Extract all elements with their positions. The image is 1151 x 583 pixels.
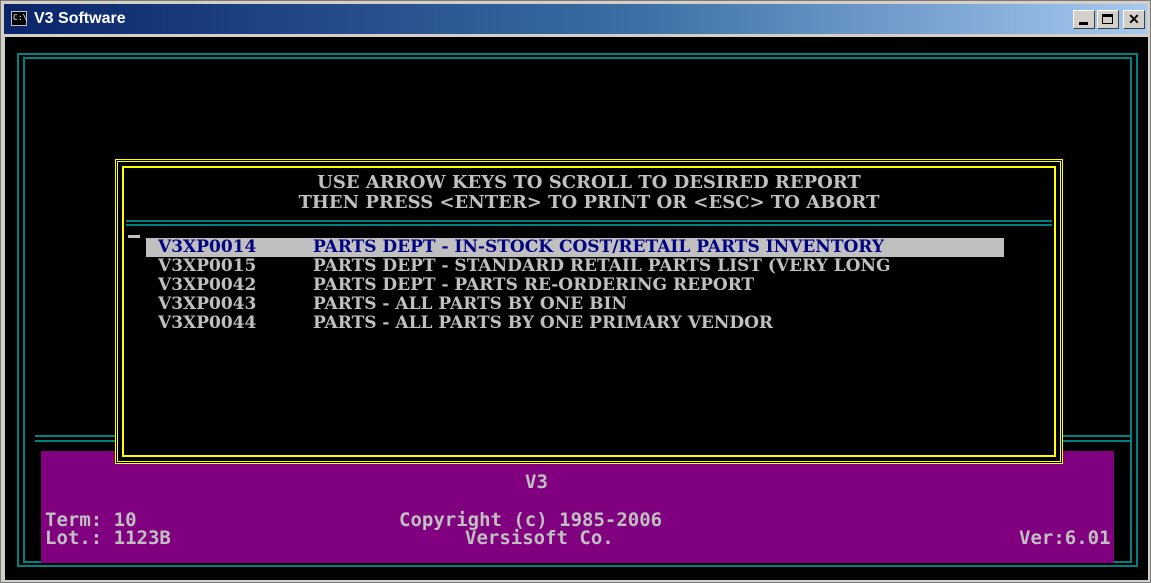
app-window: V3 Software ✕ V3 Term: 10 Lot.: 1123B Co… xyxy=(0,0,1151,583)
report-code: V3XP0014 xyxy=(158,237,257,257)
report-row[interactable]: V3XP0015 PARTS DEPT - STANDARD RETAIL PA… xyxy=(146,257,1004,276)
minimize-button[interactable] xyxy=(1073,10,1095,29)
report-row[interactable]: V3XP0014 PARTS DEPT - IN-STOCK COST/RETA… xyxy=(146,238,1004,257)
report-code: V3XP0043 xyxy=(158,294,257,314)
close-button[interactable]: ✕ xyxy=(1123,10,1145,29)
report-row[interactable]: V3XP0043 PARTS - ALL PARTS BY ONE BIN xyxy=(146,295,1004,314)
console-icon[interactable] xyxy=(11,11,27,26)
company-name: Versisoft Co. xyxy=(465,527,614,549)
report-description: PARTS - ALL PARTS BY ONE PRIMARY VENDOR xyxy=(313,313,774,333)
console-screen[interactable]: V3 Term: 10 Lot.: 1123B Copyright (c) 19… xyxy=(5,37,1148,580)
instruction-line-1: USE ARROW KEYS TO SCROLL TO DESIRED REPO… xyxy=(317,172,861,193)
dialog-divider xyxy=(126,220,1052,222)
report-selection-dialog: USE ARROW KEYS TO SCROLL TO DESIRED REPO… xyxy=(115,159,1063,464)
report-description: PARTS DEPT - STANDARD RETAIL PARTS LIST … xyxy=(313,256,891,276)
status-area: V3 Term: 10 Lot.: 1123B Copyright (c) 19… xyxy=(41,451,1114,563)
report-code: V3XP0042 xyxy=(158,275,257,295)
maximize-button[interactable] xyxy=(1097,10,1119,29)
lot-number: Lot.: 1123B xyxy=(45,527,171,549)
report-code: V3XP0044 xyxy=(158,313,257,333)
instruction-line-2: THEN PRESS <ENTER> TO PRINT OR <ESC> TO … xyxy=(298,192,880,213)
report-description: PARTS DEPT - IN-STOCK COST/RETAIL PARTS … xyxy=(313,237,885,257)
title-bar[interactable]: V3 Software ✕ xyxy=(4,4,1147,34)
system-name: V3 xyxy=(525,471,548,493)
close-icon: ✕ xyxy=(1128,11,1140,27)
dialog-divider xyxy=(126,224,1052,226)
report-row[interactable]: V3XP0042 PARTS DEPT - PARTS RE-ORDERING … xyxy=(146,276,1004,295)
version-label: Ver:6.01 xyxy=(1019,527,1111,549)
report-description: PARTS - ALL PARTS BY ONE BIN xyxy=(313,294,628,314)
window-title: V3 Software xyxy=(34,10,126,27)
report-list: V3XP0014 PARTS DEPT - IN-STOCK COST/RETA… xyxy=(146,238,1004,333)
text-cursor xyxy=(128,235,140,238)
report-description: PARTS DEPT - PARTS RE-ORDERING REPORT xyxy=(313,275,755,295)
report-row[interactable]: V3XP0044 PARTS - ALL PARTS BY ONE PRIMAR… xyxy=(146,314,1004,333)
report-code: V3XP0015 xyxy=(158,256,257,276)
